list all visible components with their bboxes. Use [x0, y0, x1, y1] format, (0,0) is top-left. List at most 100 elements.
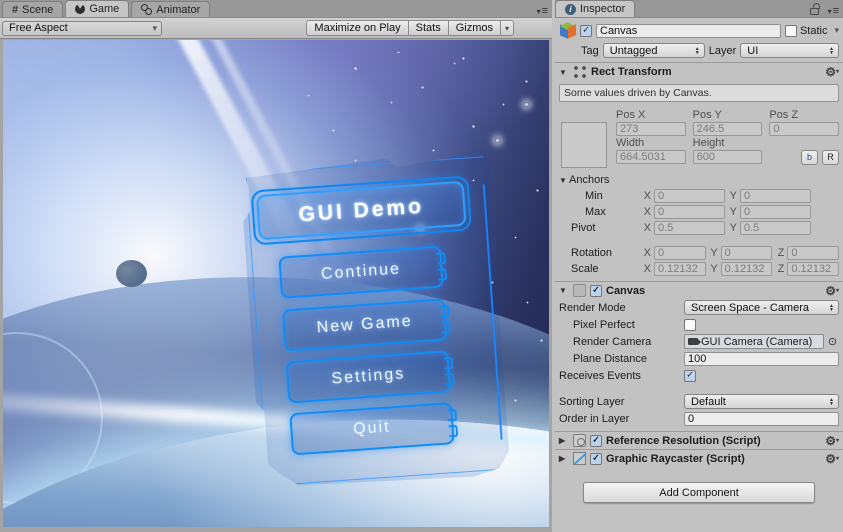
rotation-label: Rotation	[571, 247, 612, 259]
bright-star	[524, 102, 529, 107]
render-mode-dropdown-arrows: ▲ ▼	[829, 302, 834, 313]
gear-icon[interactable]: ⚙ ▾	[825, 452, 839, 466]
gizmos-button[interactable]: Gizmos	[447, 20, 501, 36]
anchor-max-x-field[interactable]	[654, 205, 725, 219]
anchor-preview[interactable]	[561, 122, 607, 168]
order-in-layer-field[interactable]	[684, 411, 839, 426]
tab-animator[interactable]: Animator	[131, 1, 211, 17]
plane-distance-field[interactable]	[684, 351, 839, 366]
rect-transform-header[interactable]: ▼ Rect Transform ⚙ ▾	[555, 63, 843, 81]
graphic-raycaster-title: Graphic Raycaster (Script)	[606, 452, 745, 465]
add-component-area: Add Component	[555, 482, 843, 503]
foldout-icon[interactable]: ▼	[559, 176, 569, 185]
reference-resolution-header[interactable]: ▶ ✓ Reference Resolution (Script) ⚙ ▾	[555, 431, 843, 449]
object-header: ✓ Static ▾ Tag Untagged ▲▼ Layer UI ▲▼	[555, 18, 843, 63]
info-icon: i	[565, 3, 576, 15]
driven-values-helpbox: Some values driven by Canvas.	[559, 84, 839, 102]
reference-resolution-checkbox[interactable]: ✓	[590, 434, 602, 447]
sorting-layer-dropdown[interactable]: Default ▲ ▼	[684, 394, 839, 409]
receives-events-checkbox[interactable]: ✓	[684, 369, 696, 382]
add-component-button[interactable]: Add Component	[583, 482, 815, 503]
rotation-x-field[interactable]	[654, 246, 706, 260]
layer-label: Layer	[708, 44, 737, 57]
pos-z-field[interactable]	[769, 122, 840, 136]
rotation-y-field[interactable]	[720, 246, 773, 260]
sorting-layer-row: Sorting Layer Default ▲ ▼	[555, 393, 843, 410]
receives-events-row: Receives Events ✓	[555, 367, 843, 384]
camera-icon	[688, 338, 701, 345]
menu-title: GUI Demo	[297, 194, 425, 226]
render-mode-row: Render Mode Screen Space - Camera ▲ ▼	[555, 299, 843, 316]
scale-y-field[interactable]	[720, 262, 773, 276]
inspector-menu-icon[interactable]: ▾ ≡	[828, 5, 840, 17]
game-icon	[75, 4, 86, 14]
inspector-panel: i Inspector ▾ ≡ ✓ Static ▾ T	[555, 0, 843, 532]
object-name-field[interactable]	[596, 23, 781, 38]
pivot-x-field[interactable]	[654, 221, 725, 235]
gear-icon[interactable]: ⚙ ▾	[825, 434, 839, 448]
render-camera-object-field[interactable]: GUI Camera (Camera)	[684, 334, 824, 349]
anchors-foldout-row[interactable]: ▼ Anchors	[555, 172, 843, 188]
rect-transform-fields: Pos X Pos Y Pos Z Width Height	[555, 106, 843, 172]
pivot-y-field[interactable]	[740, 221, 811, 235]
gizmos-dropdown-arrow[interactable]: ▾	[499, 20, 514, 36]
tag-dropdown[interactable]: Untagged ▲ ▼	[602, 43, 705, 58]
canvas-enabled-checkbox[interactable]: ✓	[590, 284, 602, 297]
anchors-min-row: Min X Y	[555, 188, 843, 204]
height-label: Height	[692, 137, 725, 149]
pos-y-label: Pos Y	[692, 109, 722, 121]
pivot-row: Pivot X Y	[555, 220, 843, 236]
height-field[interactable]	[692, 150, 763, 164]
blueprint-mode-button[interactable]: b	[801, 150, 819, 165]
stats-button[interactable]: Stats	[407, 20, 449, 36]
foldout-icon[interactable]: ▶	[559, 454, 569, 463]
render-mode-dropdown[interactable]: Screen Space - Camera ▲ ▼	[684, 300, 839, 315]
panel-menu-icon[interactable]: ▾ ≡	[537, 5, 549, 17]
order-in-layer-label: Order in Layer	[559, 412, 630, 425]
anchors-max-row: Max X Y	[555, 204, 843, 220]
scale-z-field[interactable]	[787, 262, 840, 276]
toolbar-right-group: Maximize on Play Stats Gizmos ▾	[306, 20, 514, 36]
foldout-icon[interactable]: ▶	[559, 436, 569, 445]
anchor-max-y-field[interactable]	[740, 205, 811, 219]
anchor-min-x-field[interactable]	[654, 189, 725, 203]
gear-icon[interactable]: ⚙ ▾	[825, 284, 839, 298]
render-camera-row: Render Camera GUI Camera (Camera) ⊙	[555, 333, 843, 350]
foldout-icon[interactable]: ▼	[559, 68, 569, 77]
order-in-layer-row: Order in Layer	[555, 410, 843, 427]
pos-x-field[interactable]	[616, 122, 686, 136]
scale-x-field[interactable]	[654, 262, 706, 276]
graphic-raycaster-header[interactable]: ▶ ✓ Graphic Raycaster (Script) ⚙ ▾	[555, 449, 843, 467]
layer-dropdown[interactable]: UI ▲ ▼	[740, 43, 839, 58]
object-picker-icon[interactable]: ⊙	[826, 335, 839, 348]
pixel-perfect-row: Pixel Perfect	[555, 316, 843, 333]
layer-dropdown-arrows: ▲ ▼	[829, 45, 834, 56]
raw-edit-mode-button[interactable]: R	[822, 150, 840, 165]
tab-game[interactable]: Game	[65, 0, 130, 17]
canvas-component-header[interactable]: ▼ ✓ Canvas ⚙ ▾	[555, 281, 843, 299]
aspect-dropdown[interactable]: Free Aspect ▾	[2, 20, 162, 36]
menu-title-plate: GUI Demo	[255, 180, 467, 241]
tab-scene[interactable]: # Scene	[2, 1, 64, 17]
reference-resolution-icon	[573, 434, 586, 447]
pos-x-label: Pos X	[616, 109, 646, 121]
active-checkbox[interactable]: ✓	[580, 24, 592, 37]
lock-icon[interactable]	[810, 3, 820, 15]
foldout-icon[interactable]: ▼	[559, 286, 569, 295]
width-field[interactable]	[616, 150, 686, 164]
maximize-on-play-button[interactable]: Maximize on Play	[306, 20, 409, 36]
gui-menu-panel: GUI Demo Continue New Game Settings Quit	[237, 147, 521, 494]
size-fields-row: b R	[616, 150, 840, 166]
static-checkbox[interactable]	[784, 24, 797, 37]
max-label: Max	[585, 206, 606, 218]
pos-y-field[interactable]	[692, 122, 763, 136]
graphic-raycaster-checkbox[interactable]: ✓	[590, 452, 602, 465]
tab-inspector[interactable]: i Inspector	[555, 0, 636, 17]
gear-icon[interactable]: ⚙ ▾	[825, 65, 839, 79]
sorting-layer-dropdown-arrows: ▲ ▼	[829, 396, 834, 407]
pixel-perfect-label: Pixel Perfect	[573, 318, 635, 331]
static-dropdown-arrow[interactable]: ▾	[834, 25, 839, 36]
rotation-z-field[interactable]	[787, 246, 840, 260]
pixel-perfect-checkbox[interactable]	[684, 318, 696, 331]
anchor-min-y-field[interactable]	[740, 189, 811, 203]
